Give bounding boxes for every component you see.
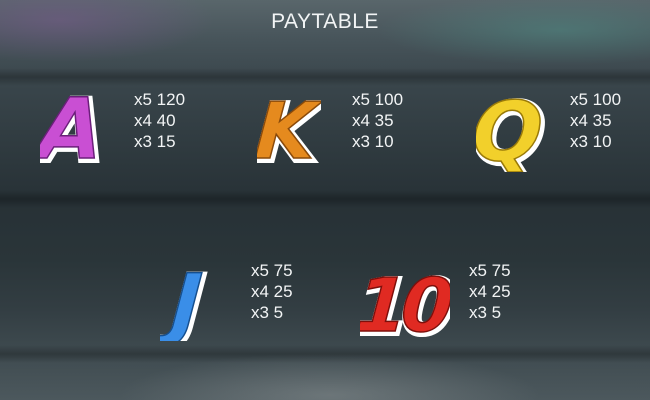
svg-text:A: A: [40, 84, 104, 168]
payout-x3: x3 10: [352, 132, 394, 151]
symbol-k-icon: K K: [257, 84, 321, 168]
payout-x5: x5 75: [469, 261, 511, 280]
symbol-10-icon: 10 10: [360, 255, 450, 341]
paytable-title: PAYTABLE: [271, 10, 379, 33]
payout-x3: x3 10: [570, 132, 612, 151]
svg-text:Q: Q: [476, 85, 546, 172]
payout-x5: x5 120: [134, 90, 186, 109]
payout-x5: x5 100: [352, 90, 404, 109]
symbol-j-icon: J J: [160, 255, 220, 341]
payout-x4: x4 25: [469, 282, 511, 301]
symbol-q-icon: Q Q: [476, 82, 548, 172]
payout-x4: x4 25: [251, 282, 293, 301]
payout-x3: x3 5: [469, 303, 502, 322]
background-band: [0, 190, 650, 208]
svg-text:K: K: [257, 87, 321, 168]
payout-x4: x4 35: [570, 111, 612, 130]
payout-x3: x3 15: [134, 132, 176, 151]
background-band: [0, 345, 650, 363]
svg-text:10: 10: [360, 263, 450, 341]
payout-x5: x5 75: [251, 261, 293, 280]
svg-text:J: J: [160, 257, 205, 341]
symbol-a-icon: A A: [40, 84, 104, 168]
payout-x5: x5 100: [570, 90, 622, 109]
payout-x4: x4 35: [352, 111, 394, 130]
payout-x4: x4 40: [134, 111, 176, 130]
payout-x3: x3 5: [251, 303, 284, 322]
